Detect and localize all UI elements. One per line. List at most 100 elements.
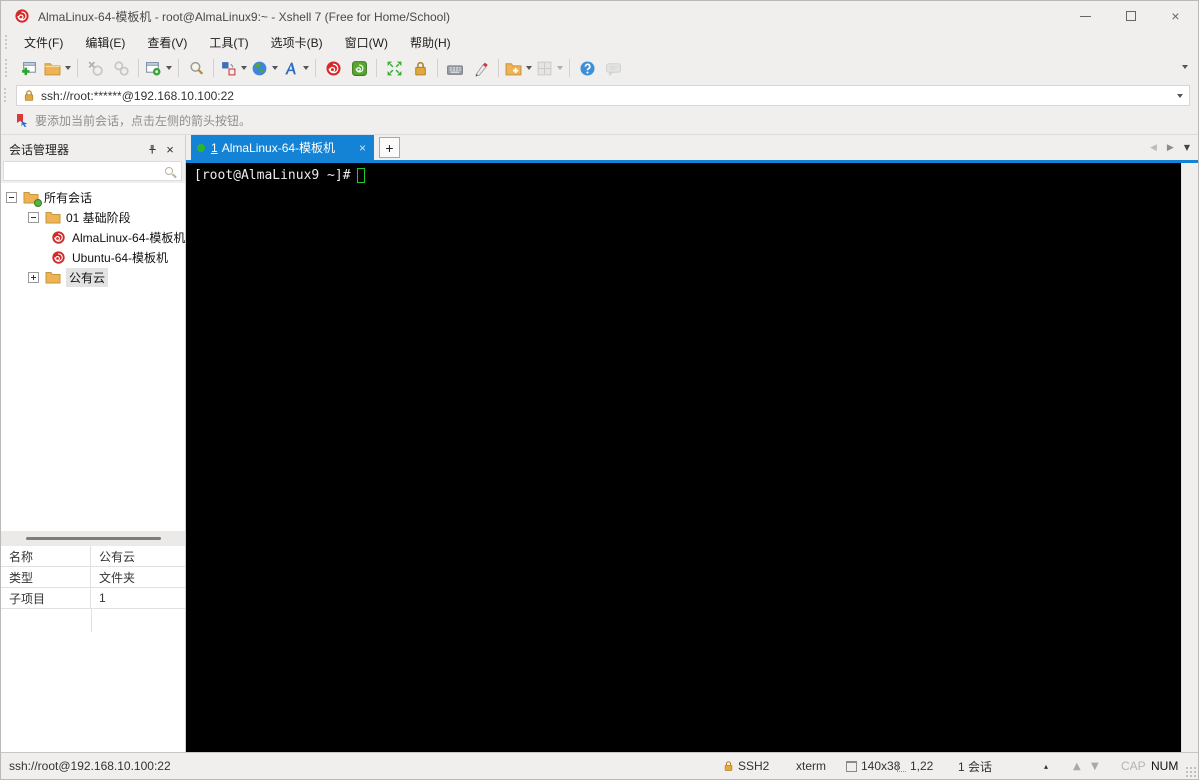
toolbar-overflow-dropdown[interactable] [1182, 65, 1188, 69]
address-url: ssh://root:******@192.168.10.100:22 [41, 88, 234, 103]
tree-item-public-cloud[interactable]: 公有云 [28, 267, 109, 287]
highlight-pen-button[interactable] [468, 56, 494, 80]
toolbar-separator [77, 59, 78, 77]
menubar-grip[interactable] [5, 35, 8, 49]
status-session-count[interactable]: 1 会话 [958, 758, 992, 775]
open-session-button[interactable] [42, 56, 73, 80]
maximize-icon [1125, 11, 1136, 21]
font-icon [285, 62, 296, 74]
new-folder-icon [505, 62, 522, 75]
tile-windows-dropdown[interactable] [557, 66, 563, 70]
menu-window[interactable]: 窗口(W) [337, 31, 396, 54]
virtual-keyboard-button[interactable] [442, 56, 468, 80]
resize-grip[interactable] [1185, 766, 1197, 778]
status-protocol[interactable]: SSH2 [738, 759, 769, 773]
tile-windows-icon [537, 61, 552, 75]
status-cursor-position[interactable]: 1,22 [910, 759, 933, 773]
panel-close-icon: × [166, 141, 174, 157]
lock-screen-button[interactable] [407, 56, 433, 80]
table-row: 名称 公有云 [1, 546, 185, 567]
main-area: 会话管理器 × 所有会话 01 基础阶段 AlmaLinux-64-模板机 Ub… [1, 134, 1198, 755]
highlight-pen-icon [475, 62, 488, 76]
session-properties-dropdown[interactable] [166, 66, 172, 70]
web-browser-dropdown[interactable] [272, 66, 278, 70]
open-folder-icon [44, 62, 61, 75]
address-input[interactable]: ssh://root:******@192.168.10.100:22 [16, 85, 1190, 106]
toolbar-separator [315, 59, 316, 77]
address-lock-icon [24, 90, 34, 101]
connected-dot-icon [197, 143, 205, 152]
menu-tools[interactable]: 工具(T) [201, 31, 256, 54]
feedback-button[interactable] [600, 56, 626, 80]
panel-close-button[interactable]: × [161, 140, 179, 158]
web-browser-button[interactable] [249, 56, 280, 80]
tree-item-stage01[interactable]: 01 基础阶段 [28, 207, 131, 227]
arrange-layout-dropdown[interactable] [241, 66, 247, 70]
tab-close-icon[interactable]: × [357, 141, 368, 155]
session-search-box[interactable] [3, 161, 182, 181]
collapse-icon[interactable] [28, 211, 39, 223]
address-dropdown[interactable] [1177, 93, 1183, 98]
menu-view[interactable]: 查看(V) [139, 31, 195, 54]
collapse-icon[interactable] [6, 191, 17, 203]
session-search-input[interactable] [4, 163, 165, 179]
terminal-scrollbar[interactable] [1181, 163, 1198, 752]
addressbar-grip[interactable] [4, 87, 7, 104]
arrange-layout-icon [222, 61, 236, 75]
tile-windows-button[interactable] [534, 56, 565, 80]
pin-button[interactable] [143, 140, 161, 158]
disconnect-button[interactable] [82, 56, 108, 80]
menu-edit[interactable]: 编辑(E) [77, 31, 133, 54]
scroll-down-icon[interactable]: ▼ [1091, 761, 1099, 772]
arrange-layout-button[interactable] [218, 56, 249, 80]
tree-item-label: 所有会话 [44, 190, 93, 205]
tree-item-almalinux[interactable]: AlmaLinux-64-模板机 [51, 227, 185, 247]
font-dropdown[interactable] [303, 66, 309, 70]
xshell-icon [325, 60, 341, 76]
minimize-button[interactable] [1063, 1, 1108, 31]
table-column-divider [91, 609, 92, 632]
reconnect-button[interactable] [108, 56, 134, 80]
find-button[interactable] [183, 56, 209, 80]
new-session-button[interactable] [16, 56, 42, 80]
font-button[interactable] [280, 56, 311, 80]
tab-almalinux[interactable]: 1 AlmaLinux-64-模板机 × [191, 135, 374, 160]
menu-tab[interactable]: 选项卡(B) [263, 31, 331, 54]
folder-icon [45, 210, 61, 224]
tree-item-ubuntu[interactable]: Ubuntu-64-模板机 [51, 247, 168, 267]
menu-file[interactable]: 文件(F) [16, 31, 71, 54]
new-folder-button[interactable] [503, 56, 534, 80]
toolbar-grip[interactable] [5, 59, 8, 77]
status-terminal-type[interactable]: xterm [796, 759, 826, 773]
tab-list-dropdown-icon[interactable]: ▼ [1184, 143, 1190, 152]
xshell-window: AlmaLinux-64-模板机 - root@AlmaLinux9:~ - X… [0, 0, 1199, 780]
tab-scroll-left-icon[interactable]: ◀ [1150, 143, 1157, 153]
new-tab-button[interactable]: + [379, 137, 400, 158]
scroll-up-icon[interactable]: ▲ [1073, 761, 1081, 772]
toolbar-separator [569, 59, 570, 77]
expand-icon[interactable] [28, 271, 39, 283]
tree-item-label: 公有云 [66, 267, 109, 287]
help-button[interactable] [574, 56, 600, 80]
address-bar: ssh://root:******@192.168.10.100:22 [1, 83, 1198, 108]
open-session-dropdown[interactable] [65, 66, 71, 70]
terminal-screen[interactable]: [root@AlmaLinux9 ~]# [186, 163, 1181, 752]
maximize-button[interactable] [1108, 1, 1153, 31]
new-folder-dropdown[interactable] [526, 66, 532, 70]
toolbar-separator [376, 59, 377, 77]
panel-splitter[interactable] [1, 531, 185, 546]
minimize-icon [1080, 15, 1091, 17]
session-properties-button[interactable] [143, 56, 174, 80]
xshell-app-icon [15, 9, 29, 23]
pin-icon [148, 144, 156, 154]
close-button[interactable]: × [1153, 1, 1198, 31]
session-list-dropdown-icon[interactable]: ▴ [1044, 762, 1048, 771]
tab-scroll-right-icon[interactable]: ▶ [1167, 143, 1174, 153]
status-terminal-size[interactable]: 140x38 [861, 759, 900, 773]
xshell-button[interactable] [320, 56, 346, 80]
menu-help[interactable]: 帮助(H) [402, 31, 459, 54]
xftp-button[interactable] [346, 56, 372, 80]
property-label: 名称 [1, 546, 91, 566]
fullscreen-button[interactable] [381, 56, 407, 80]
tree-item-all-sessions[interactable]: 所有会话 [6, 187, 92, 207]
